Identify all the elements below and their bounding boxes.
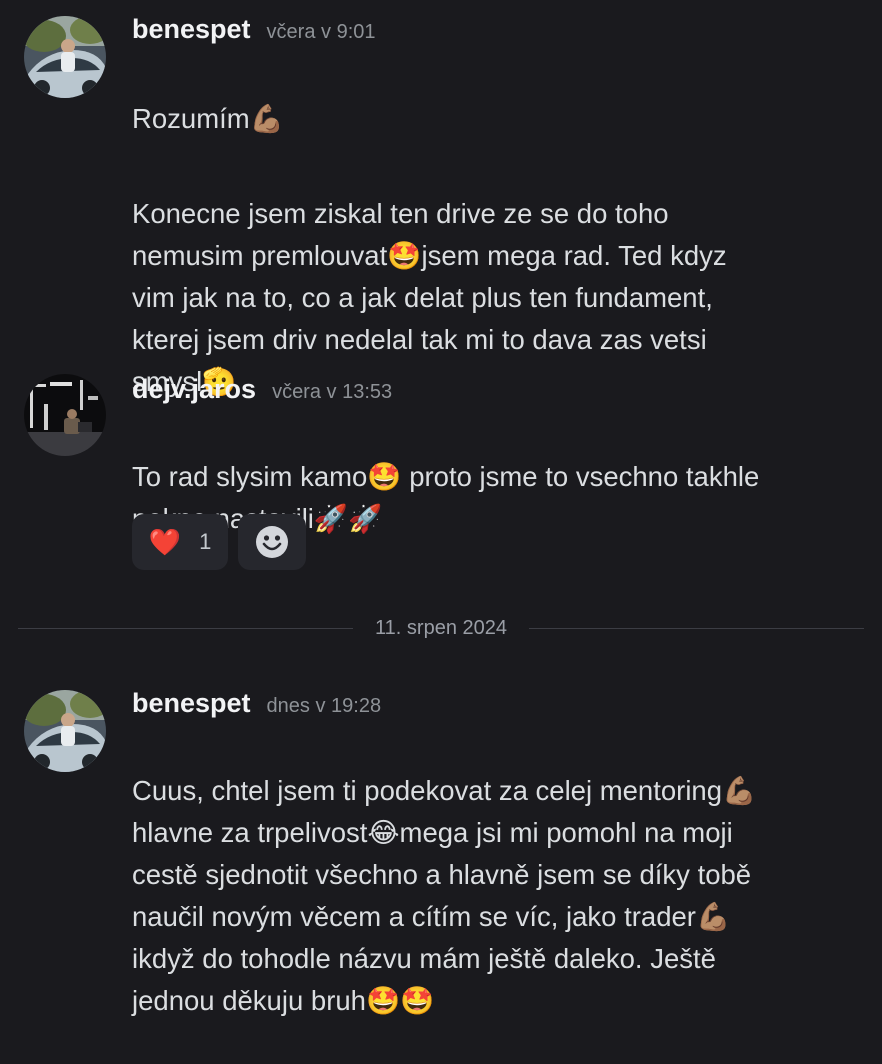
author-name[interactable]: dejv.jaros — [132, 374, 256, 405]
message-timestamp: včera v 9:01 — [266, 21, 376, 43]
date-divider-text: 11. srpen 2024 — [375, 616, 507, 639]
message-text: Cuus, chtel jsem ti podekovat za celej m… — [132, 775, 757, 1016]
heart-icon: ❤️ — [148, 526, 182, 557]
message-timestamp: včera v 13:53 — [272, 381, 393, 403]
message-content: Cuus, chtel jsem ti podekovat za celej m… — [132, 728, 862, 1064]
date-divider: 11. srpen 2024 — [18, 614, 865, 642]
reactions-bar: ❤️ 1 — [132, 514, 306, 570]
reaction-count: 1 — [199, 529, 212, 554]
avatar[interactable] — [24, 690, 106, 772]
add-reaction-button[interactable] — [238, 514, 306, 570]
divider-line — [18, 627, 354, 629]
author-name[interactable]: benespet — [132, 14, 251, 45]
author-name[interactable]: benespet — [132, 688, 251, 719]
reaction-heart[interactable]: ❤️ 1 — [132, 514, 228, 570]
message-text: Konecne jsem ziskal ten drive ze se do t… — [132, 198, 727, 397]
message-timestamp: dnes v 19:28 — [266, 695, 382, 717]
message-text: Rozumím💪🏽 — [132, 103, 284, 134]
avatar[interactable] — [24, 374, 106, 456]
avatar[interactable] — [24, 16, 106, 98]
smiley-face-icon — [256, 526, 288, 558]
divider-line — [528, 627, 865, 629]
